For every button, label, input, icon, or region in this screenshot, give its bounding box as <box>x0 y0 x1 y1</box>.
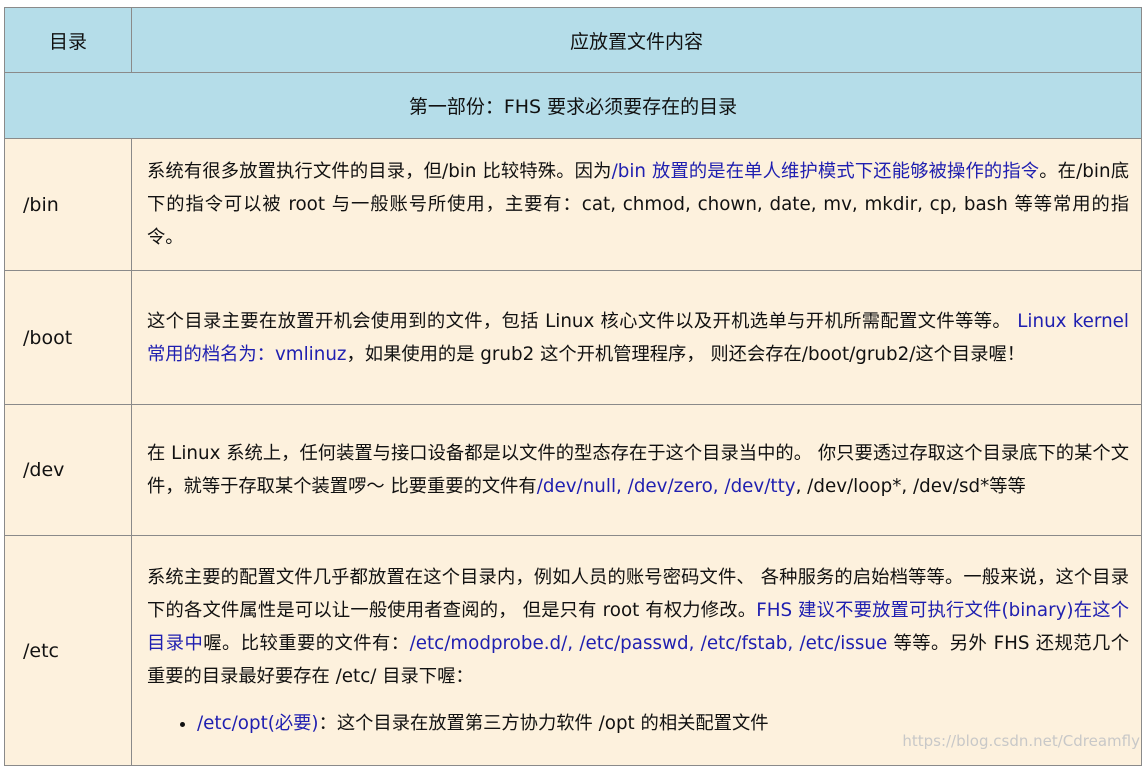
dir-cell: /bin <box>4 138 132 271</box>
section-row: 第一部份：FHS 要求必须要存在的目录 <box>4 72 1142 139</box>
dir-cell: /boot <box>4 270 132 405</box>
table-row: /bin 系统有很多放置执行文件的目录，但/bin 比较特殊。因为/bin 放置… <box>4 138 1142 271</box>
text-run: 喔。比较重要的文件有： <box>203 633 410 654</box>
text-run: 系统有很多放置执行文件的目录，但/bin 比较特殊。因为 <box>147 161 612 182</box>
content-cell: 系统主要的配置文件几乎都放置在这个目录内，例如人员的账号密码文件、 各种服务的启… <box>131 535 1142 766</box>
highlight-text: /bin 放置的是在单人维护模式下还能够被操作的指令 <box>611 161 1040 182</box>
watermark: https://blog.csdn.net/Cdreamfly <box>902 732 1140 750</box>
fhs-table: 目录 应放置文件内容 第一部份：FHS 要求必须要存在的目录 /bin 系统有很… <box>4 7 1142 766</box>
section-title: 第一部份：FHS 要求必须要存在的目录 <box>4 72 1142 139</box>
highlight-text: /dev/null, /dev/zero, /dev/tty <box>536 476 796 497</box>
header-content: 应放置文件内容 <box>131 7 1142 73</box>
highlight-text: /etc/opt(必要) <box>197 713 319 734</box>
content-cell: 这个目录主要在放置开机会使用到的文件，包括 Linux 核心文件以及开机选单与开… <box>131 270 1142 405</box>
text-run: , /dev/loop*, /dev/sd*等等 <box>795 476 1026 497</box>
text-run: 这个目录主要在放置开机会使用到的文件，包括 Linux 核心文件以及开机选单与开… <box>147 310 1018 332</box>
content-text: 在 Linux 系统上，任何装置与接口设备都是以文件的型态存在于这个目录当中的。… <box>147 437 1129 503</box>
content-cell: 在 Linux 系统上，任何装置与接口设备都是以文件的型态存在于这个目录当中的。… <box>131 404 1142 536</box>
header-directory: 目录 <box>4 7 132 73</box>
table-header-row: 目录 应放置文件内容 <box>4 7 1142 73</box>
table-row: /dev 在 Linux 系统上，任何装置与接口设备都是以文件的型态存在于这个目… <box>4 404 1142 536</box>
dir-cell: /etc <box>4 535 132 766</box>
dir-cell: /dev <box>4 404 132 536</box>
content-text: 系统主要的配置文件几乎都放置在这个目录内，例如人员的账号密码文件、 各种服务的启… <box>147 561 1129 693</box>
highlight-text: /etc/modprobe.d/, /etc/passwd, /etc/fsta… <box>409 633 888 654</box>
text-run: ：这个目录在放置第三方协力软件 /opt 的相关配置文件 <box>318 713 769 734</box>
content-text: 系统有很多放置执行文件的目录，但/bin 比较特殊。因为/bin 放置的是在单人… <box>147 155 1129 254</box>
content-cell: 系统有很多放置执行文件的目录，但/bin 比较特殊。因为/bin 放置的是在单人… <box>131 138 1142 271</box>
content-text: 这个目录主要在放置开机会使用到的文件，包括 Linux 核心文件以及开机选单与开… <box>147 305 1129 371</box>
table-row: /etc 系统主要的配置文件几乎都放置在这个目录内，例如人员的账号密码文件、 各… <box>4 535 1142 766</box>
table-row: /boot 这个目录主要在放置开机会使用到的文件，包括 Linux 核心文件以及… <box>4 270 1142 405</box>
text-run: ，如果使用的是 grub2 这个开机管理程序， 则还会存在/boot/grub2… <box>346 343 1026 365</box>
